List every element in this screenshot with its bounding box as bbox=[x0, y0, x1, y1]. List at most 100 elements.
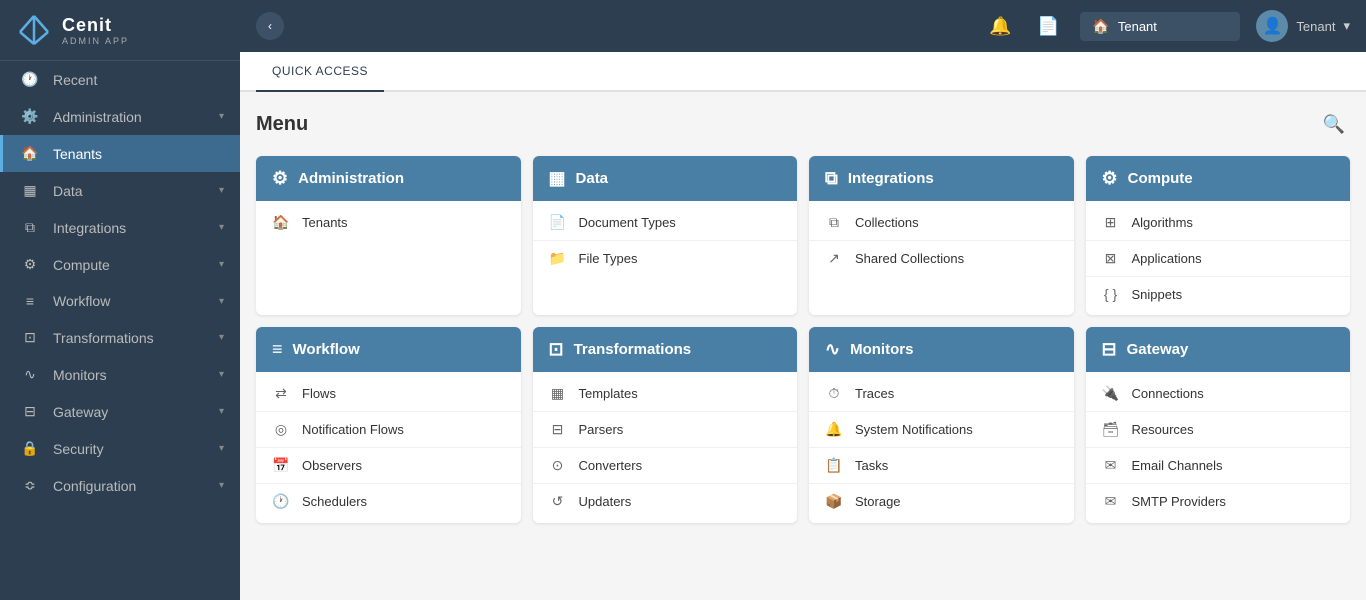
card-item-monitors-0[interactable]: ⏱ Traces bbox=[809, 376, 1074, 412]
card-item-gateway-3[interactable]: ✉ SMTP Providers bbox=[1086, 484, 1351, 519]
card-item-icon-administration-0: 🏠 bbox=[272, 214, 290, 231]
sidebar-item-workflow[interactable]: ≡ Workflow ▾ bbox=[0, 283, 240, 319]
sidebar-icon-configuration: ≎ bbox=[19, 477, 41, 494]
card-header-administration[interactable]: ⚙ Administration bbox=[256, 156, 521, 201]
sidebar-item-tenants[interactable]: 🏠 Tenants bbox=[0, 135, 240, 172]
user-menu[interactable]: 👤 Tenant ▾ bbox=[1256, 10, 1350, 42]
logo: Cenit ADMIN APP bbox=[0, 0, 240, 61]
collapse-button[interactable]: ‹ bbox=[256, 12, 284, 40]
card-item-label-gateway-1: Resources bbox=[1132, 422, 1194, 437]
chevron-gateway-icon: ▾ bbox=[219, 406, 224, 417]
card-item-data-1[interactable]: 📁 File Types bbox=[533, 241, 798, 276]
sidebar-label-monitors: Monitors bbox=[53, 367, 219, 383]
chevron-transformations-icon: ▾ bbox=[219, 332, 224, 343]
card-header-label-administration: Administration bbox=[298, 170, 404, 187]
sidebar-item-recent[interactable]: 🕐 Recent bbox=[0, 61, 240, 98]
card-item-transformations-1[interactable]: ⊟ Parsers bbox=[533, 412, 798, 448]
card-item-administration-0[interactable]: 🏠 Tenants bbox=[256, 205, 521, 240]
card-header-icon-administration: ⚙ bbox=[272, 168, 288, 189]
app-title: Cenit bbox=[62, 15, 129, 36]
app-subtitle: ADMIN APP bbox=[62, 36, 129, 46]
card-item-gateway-1[interactable]: 🗃 Resources bbox=[1086, 412, 1351, 448]
card-item-icon-monitors-2: 📋 bbox=[825, 457, 843, 474]
notification-icon[interactable]: 🔔 bbox=[984, 10, 1016, 42]
card-item-gateway-0[interactable]: 🔌 Connections bbox=[1086, 376, 1351, 412]
sidebar-item-compute[interactable]: ⚙ Compute ▾ bbox=[0, 246, 240, 283]
card-header-icon-integrations: ⧉ bbox=[825, 168, 838, 189]
card-item-icon-gateway-2: ✉ bbox=[1102, 457, 1120, 474]
sidebar-label-transformations: Transformations bbox=[53, 330, 219, 346]
sidebar-icon-monitors: ∿ bbox=[19, 366, 41, 383]
card-header-transformations[interactable]: ⊡ Transformations bbox=[533, 327, 798, 372]
card-header-workflow[interactable]: ≡ Workflow bbox=[256, 327, 521, 372]
card-item-transformations-2[interactable]: ⊙ Converters bbox=[533, 448, 798, 484]
sidebar-item-security[interactable]: 🔒 Security ▾ bbox=[0, 430, 240, 467]
card-item-workflow-0[interactable]: ⇄ Flows bbox=[256, 376, 521, 412]
card-data: ▦ Data 📄 Document Types 📁 File Types bbox=[533, 156, 798, 315]
sidebar-item-transformations[interactable]: ⊡ Transformations ▾ bbox=[0, 319, 240, 356]
menu-grid: ⚙ Administration 🏠 Tenants ▦ Data 📄 Docu… bbox=[256, 156, 1350, 523]
sidebar-item-configuration[interactable]: ≎ Configuration ▾ bbox=[0, 467, 240, 504]
card-item-label-gateway-0: Connections bbox=[1132, 386, 1204, 401]
user-avatar: 👤 bbox=[1256, 10, 1288, 42]
card-item-monitors-3[interactable]: 📦 Storage bbox=[809, 484, 1074, 519]
card-header-gateway[interactable]: ⊟ Gateway bbox=[1086, 327, 1351, 372]
sidebar-label-security: Security bbox=[53, 441, 219, 457]
tenant-selector[interactable]: 🏠 Tenant bbox=[1080, 12, 1240, 41]
sidebar-label-tenants: Tenants bbox=[53, 146, 224, 162]
card-header-data[interactable]: ▦ Data bbox=[533, 156, 798, 201]
document-icon[interactable]: 📄 bbox=[1032, 10, 1064, 42]
card-item-label-gateway-2: Email Channels bbox=[1132, 458, 1223, 473]
card-header-compute[interactable]: ⚙ Compute bbox=[1086, 156, 1351, 201]
card-header-icon-compute: ⚙ bbox=[1102, 168, 1118, 189]
card-item-transformations-3[interactable]: ↺ Updaters bbox=[533, 484, 798, 519]
card-item-integrations-0[interactable]: ⧉ Collections bbox=[809, 205, 1074, 241]
card-item-icon-gateway-3: ✉ bbox=[1102, 493, 1120, 510]
card-header-label-data: Data bbox=[576, 170, 609, 187]
card-item-transformations-0[interactable]: ▦ Templates bbox=[533, 376, 798, 412]
card-item-icon-workflow-2: 📅 bbox=[272, 457, 290, 474]
sidebar-item-administration[interactable]: ⚙️ Administration ▾ bbox=[0, 98, 240, 135]
card-item-gateway-2[interactable]: ✉ Email Channels bbox=[1086, 448, 1351, 484]
card-item-integrations-1[interactable]: ↗ Shared Collections bbox=[809, 241, 1074, 276]
card-item-monitors-2[interactable]: 📋 Tasks bbox=[809, 448, 1074, 484]
card-item-icon-compute-1: ⊠ bbox=[1102, 250, 1120, 267]
chevron-configuration-icon: ▾ bbox=[219, 480, 224, 491]
card-header-integrations[interactable]: ⧉ Integrations bbox=[809, 156, 1074, 201]
card-header-monitors[interactable]: ∿ Monitors bbox=[809, 327, 1074, 372]
card-item-label-data-1: File Types bbox=[579, 251, 638, 266]
card-header-icon-data: ▦ bbox=[549, 168, 566, 189]
card-item-compute-1[interactable]: ⊠ Applications bbox=[1086, 241, 1351, 277]
card-item-label-monitors-1: System Notifications bbox=[855, 422, 973, 437]
card-compute: ⚙ Compute ⊞ Algorithms ⊠ Applications { … bbox=[1086, 156, 1351, 315]
card-item-workflow-3[interactable]: 🕐 Schedulers bbox=[256, 484, 521, 519]
card-item-label-transformations-3: Updaters bbox=[579, 494, 632, 509]
sidebar-label-gateway: Gateway bbox=[53, 404, 219, 420]
card-item-compute-0[interactable]: ⊞ Algorithms bbox=[1086, 205, 1351, 241]
card-item-data-0[interactable]: 📄 Document Types bbox=[533, 205, 798, 241]
user-chevron-icon: ▾ bbox=[1343, 18, 1350, 34]
sidebar-item-integrations[interactable]: ⧉ Integrations ▾ bbox=[0, 209, 240, 246]
card-item-label-integrations-0: Collections bbox=[855, 215, 919, 230]
search-button[interactable]: 🔍 bbox=[1318, 108, 1350, 140]
tenant-value: Tenant bbox=[1118, 19, 1157, 34]
card-integrations: ⧉ Integrations ⧉ Collections ↗ Shared Co… bbox=[809, 156, 1074, 315]
card-item-compute-2[interactable]: { } Snippets bbox=[1086, 277, 1351, 311]
sidebar-item-gateway[interactable]: ⊟ Gateway ▾ bbox=[0, 393, 240, 430]
sidebar-item-monitors[interactable]: ∿ Monitors ▾ bbox=[0, 356, 240, 393]
card-item-icon-gateway-0: 🔌 bbox=[1102, 385, 1120, 402]
tab-quick-access[interactable]: QUICK ACCESS bbox=[256, 52, 384, 92]
sidebar-item-data[interactable]: ▦ Data ▾ bbox=[0, 172, 240, 209]
card-item-icon-workflow-1: ◎ bbox=[272, 421, 290, 438]
card-item-workflow-1[interactable]: ◎ Notification Flows bbox=[256, 412, 521, 448]
card-item-workflow-2[interactable]: 📅 Observers bbox=[256, 448, 521, 484]
content-header: Menu 🔍 bbox=[256, 108, 1350, 140]
card-item-icon-transformations-2: ⊙ bbox=[549, 457, 567, 474]
card-item-monitors-1[interactable]: 🔔 System Notifications bbox=[809, 412, 1074, 448]
card-item-label-transformations-2: Converters bbox=[579, 458, 643, 473]
card-item-label-data-0: Document Types bbox=[579, 215, 676, 230]
card-item-label-compute-0: Algorithms bbox=[1132, 215, 1193, 230]
card-item-icon-workflow-0: ⇄ bbox=[272, 385, 290, 402]
card-item-icon-compute-0: ⊞ bbox=[1102, 214, 1120, 231]
card-item-label-workflow-1: Notification Flows bbox=[302, 422, 404, 437]
